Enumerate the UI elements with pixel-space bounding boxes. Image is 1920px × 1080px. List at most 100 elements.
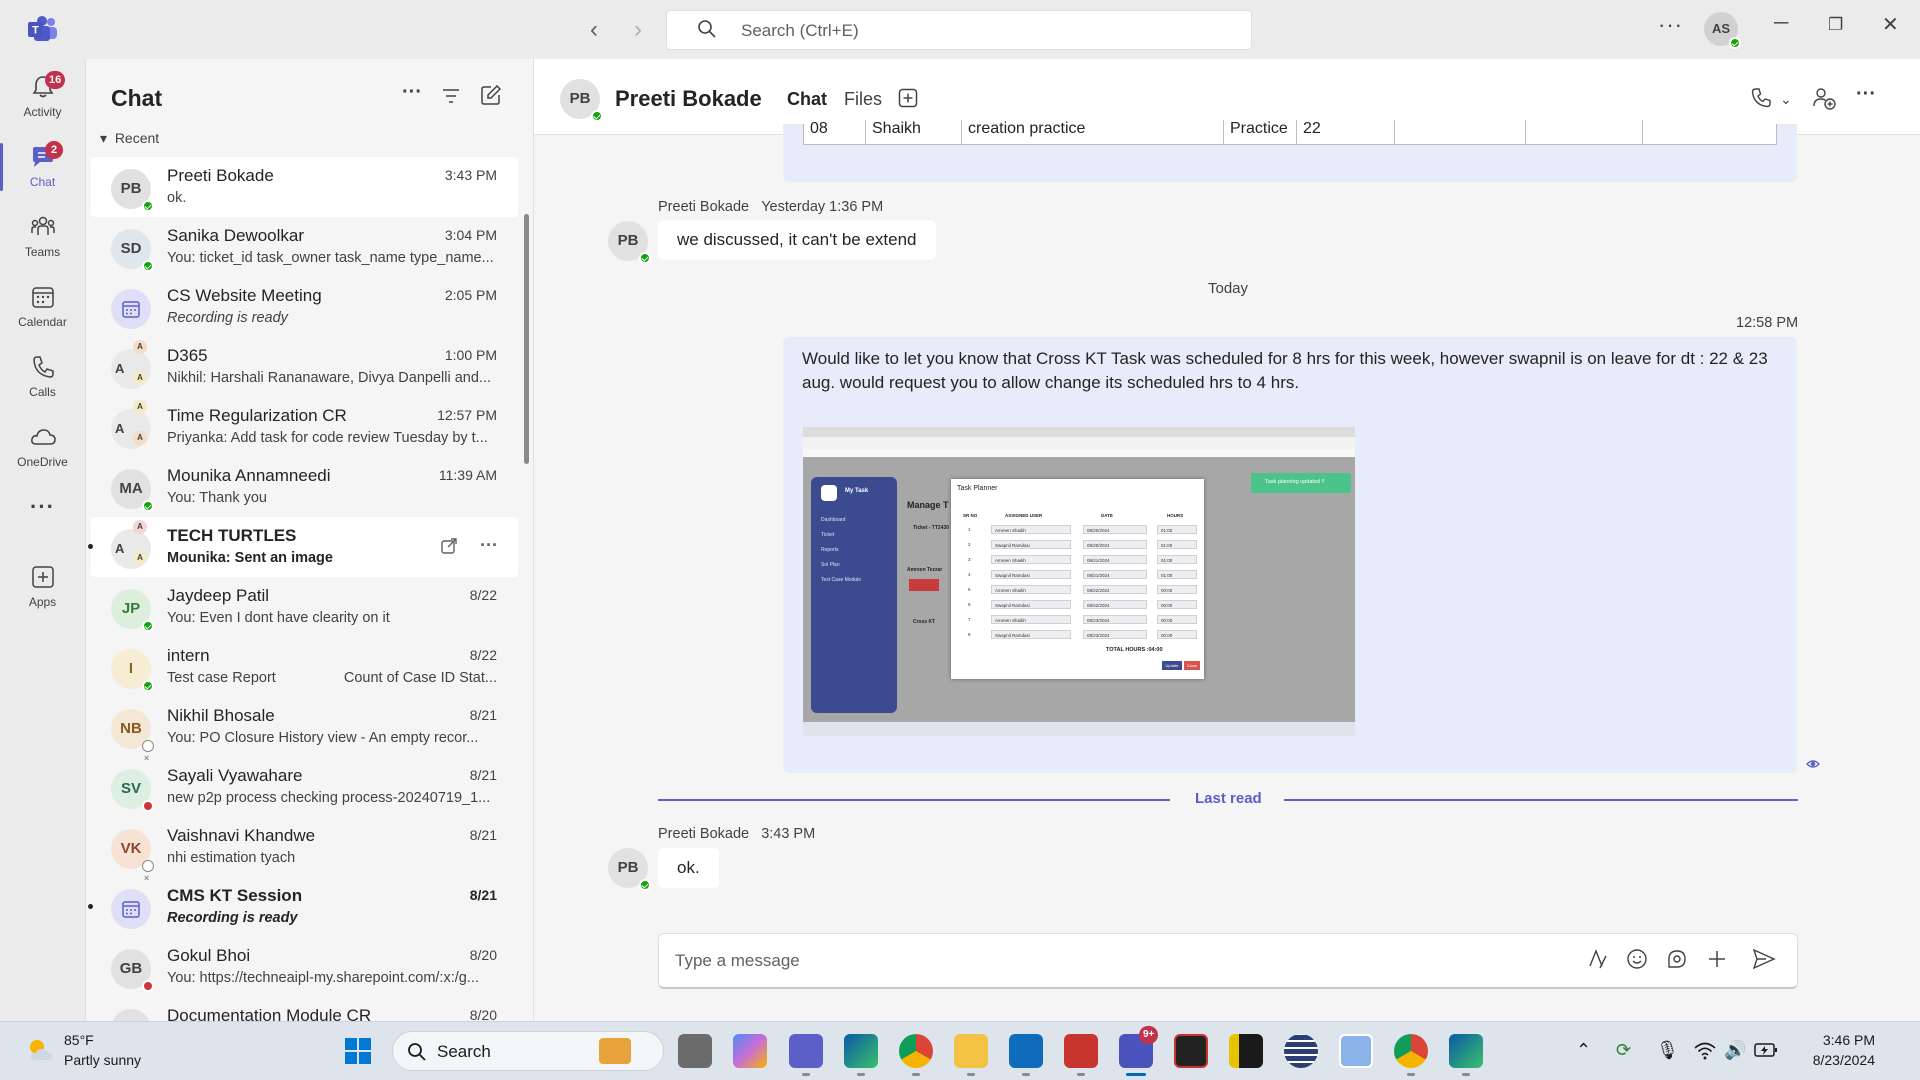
tab-chat[interactable]: Chat bbox=[787, 89, 827, 128]
edge-profile-icon[interactable] bbox=[1449, 1034, 1483, 1076]
rail-calls[interactable]: Calls bbox=[0, 345, 85, 407]
rail-activity[interactable]: 16 Activity bbox=[0, 65, 85, 127]
forward-arrow-icon[interactable]: › bbox=[634, 16, 642, 44]
task-view-icon[interactable] bbox=[678, 1034, 712, 1068]
modal-column-header: HOURS bbox=[1167, 513, 1184, 518]
rail-chat[interactable]: 2 Chat bbox=[0, 135, 85, 197]
snipping-tool-icon[interactable] bbox=[1339, 1034, 1373, 1068]
windows-start-icon[interactable] bbox=[343, 1036, 373, 1066]
partly-sunny-icon[interactable] bbox=[26, 1036, 54, 1064]
call-icon[interactable] bbox=[1750, 87, 1772, 109]
message-avatar[interactable]: PB bbox=[608, 221, 651, 264]
screenshot-task-planner-modal: Task Planner SR NO ASSIGNED USER DATE HO… bbox=[951, 479, 1204, 679]
copilot-icon[interactable] bbox=[733, 1034, 767, 1068]
rail-onedrive[interactable]: OneDrive bbox=[0, 415, 85, 477]
add-icon[interactable] bbox=[1706, 948, 1728, 970]
volume-icon[interactable]: 🔊 bbox=[1724, 1040, 1746, 1061]
teams-active-icon[interactable]: 9+ bbox=[1119, 1026, 1159, 1076]
teams-app-icon[interactable] bbox=[789, 1034, 823, 1076]
chrome-profile-icon[interactable] bbox=[1394, 1034, 1428, 1076]
contact-avatar[interactable]: PB bbox=[560, 79, 603, 122]
minimize-icon[interactable]: ─ bbox=[1774, 12, 1788, 35]
attached-screenshot-image[interactable]: My Task Dashboard Ticket Reports Sol Pla… bbox=[803, 427, 1355, 736]
new-chat-icon[interactable] bbox=[481, 85, 501, 105]
contact-name[interactable]: Preeti Bokade bbox=[615, 86, 762, 112]
message-bubble[interactable]: we discussed, it can't be extend bbox=[658, 220, 936, 260]
chat-item-nikhil-bhosale[interactable]: NB Nikhil Bhosale 8/21 You: PO Closure H… bbox=[91, 697, 518, 757]
weather-description[interactable]: Partly sunny bbox=[64, 1052, 141, 1068]
user-avatar[interactable]: AS bbox=[1704, 12, 1741, 49]
microphone-icon[interactable]: 🎙 bbox=[1656, 1040, 1679, 1061]
my-message-bubble[interactable]: Would like to let you know that Cross KT… bbox=[783, 337, 1797, 773]
loop-component-icon[interactable] bbox=[1666, 948, 1688, 970]
sync-icon[interactable]: ⟳ bbox=[1616, 1040, 1631, 1061]
screen-recorder-icon[interactable] bbox=[1174, 1034, 1208, 1068]
chat-item-name: Gokul Bhoi bbox=[167, 946, 251, 965]
send-icon[interactable] bbox=[1752, 948, 1776, 970]
sticky-notes-icon[interactable] bbox=[1229, 1034, 1263, 1068]
message-bubble[interactable]: ok. bbox=[658, 848, 719, 888]
chat-item-time-regularization-cr[interactable]: A A A Time Regularization CR 12:57 PM Pr… bbox=[91, 397, 518, 457]
chat-list-scrollbar[interactable] bbox=[524, 214, 529, 464]
message-avatar[interactable]: PB bbox=[608, 848, 651, 891]
windows-taskbar: 85°F Partly sunny Search 9+ ⌃ ⟳ 🎙 🔊 3:46… bbox=[0, 1021, 1920, 1080]
file-explorer-icon[interactable] bbox=[954, 1034, 988, 1076]
add-people-icon[interactable] bbox=[1812, 86, 1836, 110]
wps-office-icon[interactable] bbox=[1064, 1034, 1098, 1076]
modal-column-header: DATE bbox=[1101, 513, 1113, 518]
clock-time[interactable]: 3:46 PM bbox=[1805, 1032, 1875, 1048]
chat-item-jaydeep-patil[interactable]: JP Jaydeep Patil 8/22 You: Even I dont h… bbox=[91, 577, 518, 637]
close-icon[interactable]: ✕ bbox=[1882, 12, 1899, 37]
modal-cell-date: 08/21/2024 bbox=[1083, 555, 1147, 564]
add-tab-icon[interactable] bbox=[898, 88, 918, 108]
chat-more-options-icon[interactable]: ··· bbox=[402, 81, 422, 104]
compose-placeholder: Type a message bbox=[675, 951, 800, 970]
modal-title: Task Planner bbox=[957, 485, 998, 492]
chat-item-sayali-vyawahare[interactable]: SV Sayali Vyawahare 8/21 new p2p process… bbox=[91, 757, 518, 817]
rail-teams[interactable]: Teams bbox=[0, 205, 85, 267]
emoji-icon[interactable] bbox=[1626, 948, 1648, 970]
avatar bbox=[111, 289, 151, 329]
chat-item-preview: Nikhil: Harshali Rananaware, Divya Danpe… bbox=[167, 370, 491, 386]
search-input[interactable]: Search (Ctrl+E) bbox=[666, 10, 1252, 50]
wifi-icon[interactable] bbox=[1694, 1042, 1716, 1060]
more-options-icon[interactable]: ··· bbox=[480, 535, 498, 555]
more-options-icon[interactable]: ··· bbox=[1856, 83, 1876, 106]
chat-item-gokul-bhoi[interactable]: GB Gokul Bhoi 8/20 You: https://techneai… bbox=[91, 937, 518, 997]
avatar-initials: A bbox=[115, 361, 125, 376]
rail-apps[interactable]: Apps bbox=[0, 555, 85, 617]
chat-item-mounika-annamneedi[interactable]: MA Mounika Annamneedi 11:39 AM You: Than… bbox=[91, 457, 518, 517]
chat-item-tech-turtles[interactable]: A A A TECH TURTLES Mounika: Sent an imag… bbox=[88, 517, 518, 577]
restore-icon[interactable]: ❐ bbox=[1828, 15, 1843, 35]
outlook-icon[interactable] bbox=[1009, 1034, 1043, 1076]
weather-temperature[interactable]: 85°F bbox=[64, 1032, 94, 1048]
tab-files[interactable]: Files bbox=[844, 89, 882, 110]
chevron-down-icon[interactable]: ⌄ bbox=[1780, 91, 1792, 108]
format-icon[interactable] bbox=[1586, 948, 1608, 970]
chrome-icon[interactable] bbox=[899, 1034, 933, 1076]
chat-item-d365[interactable]: A A A D365 1:00 PM Nikhil: Harshali Rana… bbox=[91, 337, 518, 397]
filter-icon[interactable] bbox=[441, 87, 461, 105]
chat-item-cs-website-meeting[interactable]: CS Website Meeting 2:05 PM Recording is … bbox=[91, 277, 518, 337]
edge-icon[interactable] bbox=[844, 1034, 878, 1076]
battery-icon[interactable] bbox=[1754, 1042, 1778, 1058]
clock-date[interactable]: 8/23/2024 bbox=[1795, 1052, 1875, 1068]
chat-item-preeti-bokade[interactable]: PB Preeti Bokade 3:43 PM ok. bbox=[91, 157, 518, 217]
chat-item-sanika-dewoolkar[interactable]: SD Sanika Dewoolkar 3:04 PM You: ticket_… bbox=[91, 217, 518, 277]
message-compose-box[interactable]: Type a message bbox=[658, 933, 1798, 989]
rail-calendar[interactable]: Calendar bbox=[0, 275, 85, 337]
more-options-icon[interactable]: ··· bbox=[1658, 12, 1683, 38]
pop-out-icon[interactable] bbox=[440, 537, 458, 555]
show-hidden-icons-icon[interactable]: ⌃ bbox=[1576, 1040, 1591, 1061]
chat-item-documentation-module-cr[interactable]: Documentation Module CR 8/20 bbox=[91, 997, 518, 1021]
chat-item-vaishnavi-khandwe[interactable]: VK Vaishnavi Khandwe 8/21 nhi estimation… bbox=[91, 817, 518, 877]
recent-section-header[interactable]: ▾ Recent bbox=[100, 130, 159, 147]
chat-item-cms-kt-session[interactable]: CMS KT Session 8/21 Recording is ready bbox=[88, 877, 518, 937]
chat-item-name: Time Regularization CR bbox=[167, 406, 347, 425]
rail-more[interactable]: ··· bbox=[0, 494, 85, 534]
eclipse-icon[interactable] bbox=[1284, 1034, 1318, 1068]
group-member-dot: A bbox=[133, 520, 147, 534]
taskbar-search[interactable]: Search bbox=[392, 1031, 664, 1071]
back-arrow-icon[interactable]: ‹ bbox=[590, 16, 598, 44]
chat-item-intern[interactable]: I intern 8/22 Test case Report Count of … bbox=[91, 637, 518, 697]
